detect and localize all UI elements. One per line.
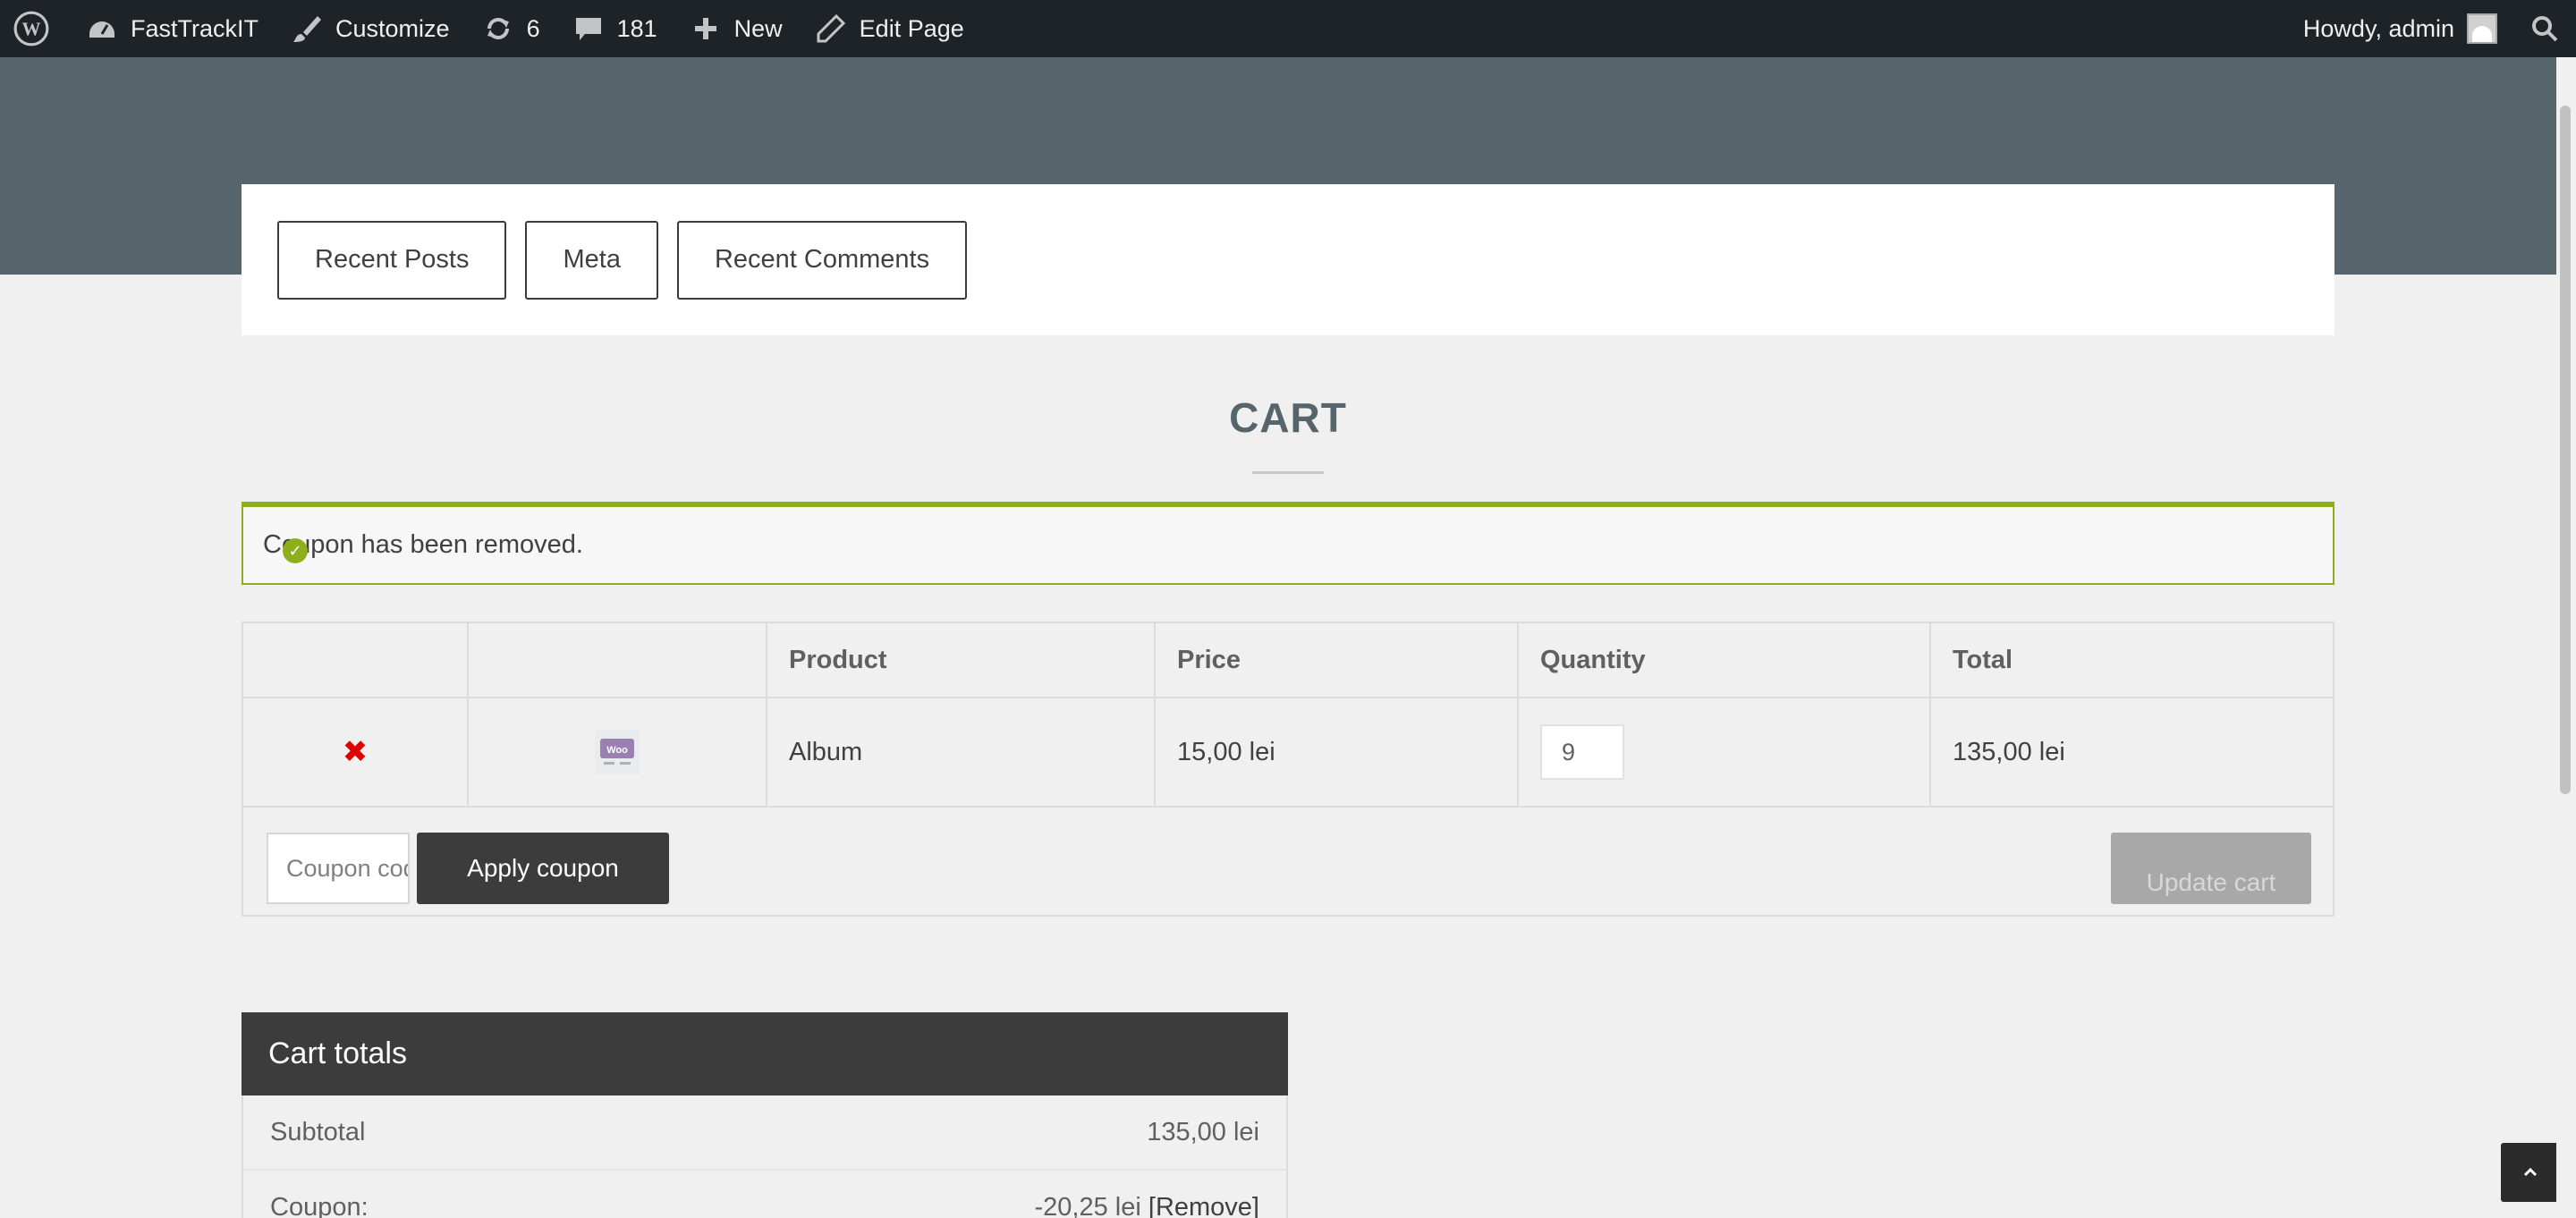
comments-link[interactable]: 181 [556,0,674,57]
success-notice: Coupon has been removed. ✓ [242,502,2334,585]
product-subtotal: 135,00 lei [1953,737,2065,766]
updates-icon [487,18,509,39]
quantity-cell: 9 [1519,698,1931,806]
greeting: Howdy, admin [2302,14,2454,42]
subtotal-value: 135,00 lei [1147,1117,1259,1146]
cart-actions: Coupon code Apply coupon Update cart [243,809,2333,917]
recent-posts-button[interactable]: Recent Posts [277,220,507,300]
product-price: 15,00 lei [1156,698,1519,806]
admin-bar: W FastTrackIT Customize 6 181 New Edit P… [0,0,2576,57]
updates-count: 6 [526,14,540,42]
updates-link[interactable]: 6 [466,0,556,57]
update-cart-button[interactable]: Update cart [2111,833,2311,904]
header-quantity: Quantity [1519,623,1931,697]
customize-label: Customize [335,14,450,42]
widget-tabs: Recent Posts Meta Recent Comments [242,184,2334,335]
check-icon: ✓ [283,538,308,563]
page-title: CART [1229,394,1347,441]
thumbnail-cell: Woo [469,698,767,806]
coupon-row: Coupon: -20,25 lei [Remove] [242,1171,1288,1218]
table-row: ✖ Woo Album 15,00 lei 9 135,00 lei [243,698,2333,808]
quantity-input[interactable]: 9 [1540,724,1624,780]
header-total: Total [1953,645,2013,674]
wordpress-icon: W [13,11,49,47]
header-remove [243,623,469,697]
header-product: Product [767,623,1156,697]
remove-coupon-link[interactable]: [Remove] [1148,1193,1259,1218]
svg-text:W: W [22,18,41,39]
search-icon [2532,16,2558,42]
new-content-menu[interactable]: New [674,0,799,57]
cart-totals: Cart totals Subtotal 135,00 lei Coupon: … [242,1012,1288,1218]
product-thumbnail[interactable]: Woo [595,730,640,774]
coupon-code-input[interactable]: Coupon code [267,833,410,904]
scrollbar[interactable] [2556,57,2576,1218]
coupon-amount: -20,25 lei [Remove] [1035,1193,1259,1218]
recent-comments-button[interactable]: Recent Comments [676,220,968,300]
header-price: Price [1156,623,1519,697]
scroll-to-top-button[interactable] [2501,1143,2560,1202]
plus-icon [694,18,716,39]
chevron-up-icon [2523,1167,2538,1177]
wordpress-logo-menu[interactable]: W [0,0,70,57]
subtotal-label: Subtotal [270,1117,366,1146]
apply-coupon-button[interactable]: Apply coupon [417,833,669,904]
coupon-label: Coupon: [270,1192,369,1218]
cart-table: Product Price Quantity Total ✖ Woo Album… [242,622,2334,917]
svg-text:Woo: Woo [606,745,628,756]
site-name-menu[interactable]: FastTrackIT [70,0,275,57]
coupon-value: -20,25 lei [1034,1192,1141,1218]
woo-placeholder-icon: Woo [600,739,634,765]
edit-page-label: Edit Page [859,14,964,42]
admin-search[interactable] [2513,0,2576,57]
header-thumbnail [469,623,767,697]
meta-button[interactable]: Meta [525,220,658,300]
paintbrush-icon [293,16,322,42]
product-name-link[interactable]: Album [767,698,1156,806]
scrollbar-thumb[interactable] [2560,106,2571,794]
edit-page-link[interactable]: Edit Page [799,0,980,57]
new-label: New [733,14,783,42]
pencil-icon [817,13,845,43]
remove-cell: ✖ [243,698,469,806]
cart-totals-title: Cart totals [242,1012,1288,1095]
subtotal-row: Subtotal 135,00 lei [242,1095,1288,1171]
remove-item-icon[interactable]: ✖ [343,734,369,770]
account-menu[interactable]: Howdy, admin [2287,0,2513,57]
comment-icon [575,18,601,40]
notice-text: Coupon has been removed. [263,530,583,559]
avatar [2467,13,2497,44]
comments-count: 181 [616,14,657,42]
site-name: FastTrackIT [131,14,259,42]
table-header: Product Price Quantity Total [243,623,2333,698]
customize-link[interactable]: Customize [275,0,466,57]
title-divider [1252,471,1324,474]
dashboard-icon [89,21,114,38]
